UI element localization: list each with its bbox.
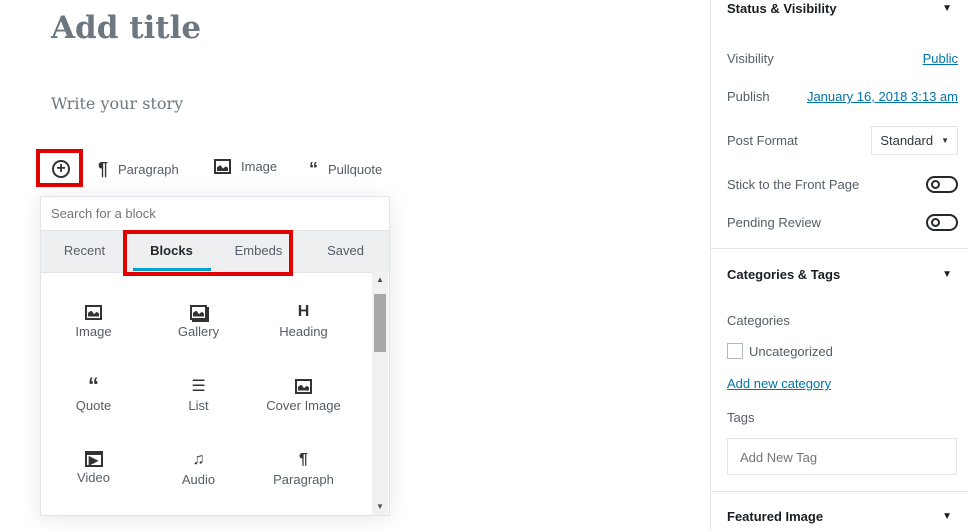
block-label: Gallery (177, 324, 220, 339)
block-label: Audio (181, 472, 216, 487)
paragraph-icon: ¶ (299, 451, 308, 468)
post-format-select[interactable]: Standard ▼ (871, 126, 958, 155)
publish-label: Publish (727, 89, 770, 104)
settings-sidebar: Status & Visibility ▼ Visibility Public … (710, 0, 968, 530)
quick-insert-paragraph[interactable]: ¶ Paragraph (98, 159, 179, 180)
block-label: Image (75, 324, 112, 339)
quote-icon: “ (309, 159, 318, 179)
add-block-button[interactable]: + (52, 160, 70, 178)
tab-saved[interactable]: Saved (302, 231, 389, 272)
block-paragraph[interactable]: ¶ Paragraph (251, 423, 356, 497)
add-new-category-link[interactable]: Add new category (727, 376, 831, 391)
video-icon: ▶ (84, 451, 103, 467)
block-gallery[interactable]: Gallery (146, 275, 251, 349)
scroll-down-arrow-icon[interactable]: ▼ (372, 499, 388, 515)
status-visibility-panel-toggle[interactable]: Status & Visibility ▼ (711, 0, 968, 16)
tags-label: Tags (727, 410, 755, 425)
block-audio[interactable]: ♫ Audio (146, 423, 251, 497)
block-quote[interactable]: “Quote (41, 349, 146, 423)
block-grid: Image Gallery H Heading “Quote ☰ List Cove… (41, 275, 373, 497)
list-icon: ☰ (191, 378, 206, 395)
tag-input[interactable]: Add New Tag (727, 438, 957, 475)
block-video[interactable]: ▶ Video (41, 423, 146, 497)
panel-title: Featured Image (727, 508, 824, 524)
tab-recent[interactable]: Recent (41, 231, 128, 272)
heading-icon: H (297, 303, 310, 320)
plus-icon: + (56, 160, 66, 177)
block-heading[interactable]: H Heading (251, 275, 356, 349)
block-cover-image[interactable]: Cover Image (251, 349, 356, 423)
quick-insert-label: Paragraph (118, 162, 179, 177)
caret-down-icon: ▼ (942, 510, 952, 522)
quick-insert-image[interactable]: Image (214, 159, 277, 174)
pending-review-toggle[interactable] (926, 214, 958, 231)
quick-insert-pullquote[interactable]: “ Pullquote (309, 159, 382, 180)
sticky-label: Stick to the Front Page (727, 177, 860, 192)
image-icon (214, 159, 231, 174)
uncategorized-checkbox[interactable] (727, 343, 743, 359)
categories-label: Categories (727, 313, 790, 328)
cover-image-icon (295, 377, 312, 395)
sticky-toggle[interactable] (926, 176, 958, 193)
caret-down-icon: ▼ (942, 268, 952, 280)
image-icon (85, 303, 102, 321)
caret-down-icon: ▼ (941, 136, 949, 145)
divider (711, 491, 968, 492)
categories-tags-panel-toggle[interactable]: Categories & Tags ▼ (711, 266, 968, 282)
scroll-up-arrow-icon[interactable]: ▲ (372, 272, 388, 288)
block-label: Heading (279, 324, 328, 339)
quick-insert-label: Image (241, 159, 278, 174)
block-list[interactable]: ☰ List (146, 349, 251, 423)
panel-title: Categories & Tags (727, 266, 841, 282)
post-format-value: Standard (880, 133, 934, 148)
paragraph-icon: ¶ (98, 159, 109, 179)
block-label: Cover Image (266, 398, 341, 413)
audio-icon: ♫ (192, 451, 205, 468)
block-search-input[interactable]: Search for a block (41, 197, 389, 231)
block-label: List (188, 398, 209, 413)
post-body-input[interactable]: Write your story (51, 94, 183, 113)
category-item-label: Uncategorized (749, 343, 833, 359)
panel-title: Status & Visibility (727, 0, 837, 16)
scrollbar-thumb[interactable] (374, 294, 386, 352)
visibility-label: Visibility (727, 51, 774, 66)
gallery-icon (190, 303, 207, 321)
publish-date-link[interactable]: January 16, 2018 3:13 am (807, 89, 958, 104)
quick-insert-label: Pullquote (328, 162, 383, 177)
caret-down-icon: ▼ (942, 2, 952, 14)
tabs-highlight (123, 230, 293, 276)
block-image[interactable]: Image (41, 275, 146, 349)
divider (711, 248, 968, 249)
post-title-input[interactable]: Add title (51, 10, 201, 46)
block-label: Quote (75, 398, 112, 413)
quote-icon: “ (88, 373, 99, 398)
featured-image-panel-toggle[interactable]: Featured Image ▼ (711, 508, 968, 524)
visibility-link[interactable]: Public (923, 51, 958, 66)
block-label: Paragraph (273, 472, 334, 487)
block-list-scrollbar[interactable]: ▲ ▼ (372, 272, 388, 515)
pending-review-label: Pending Review (727, 215, 821, 230)
post-format-label: Post Format (727, 133, 798, 148)
block-label: Video (76, 470, 110, 485)
